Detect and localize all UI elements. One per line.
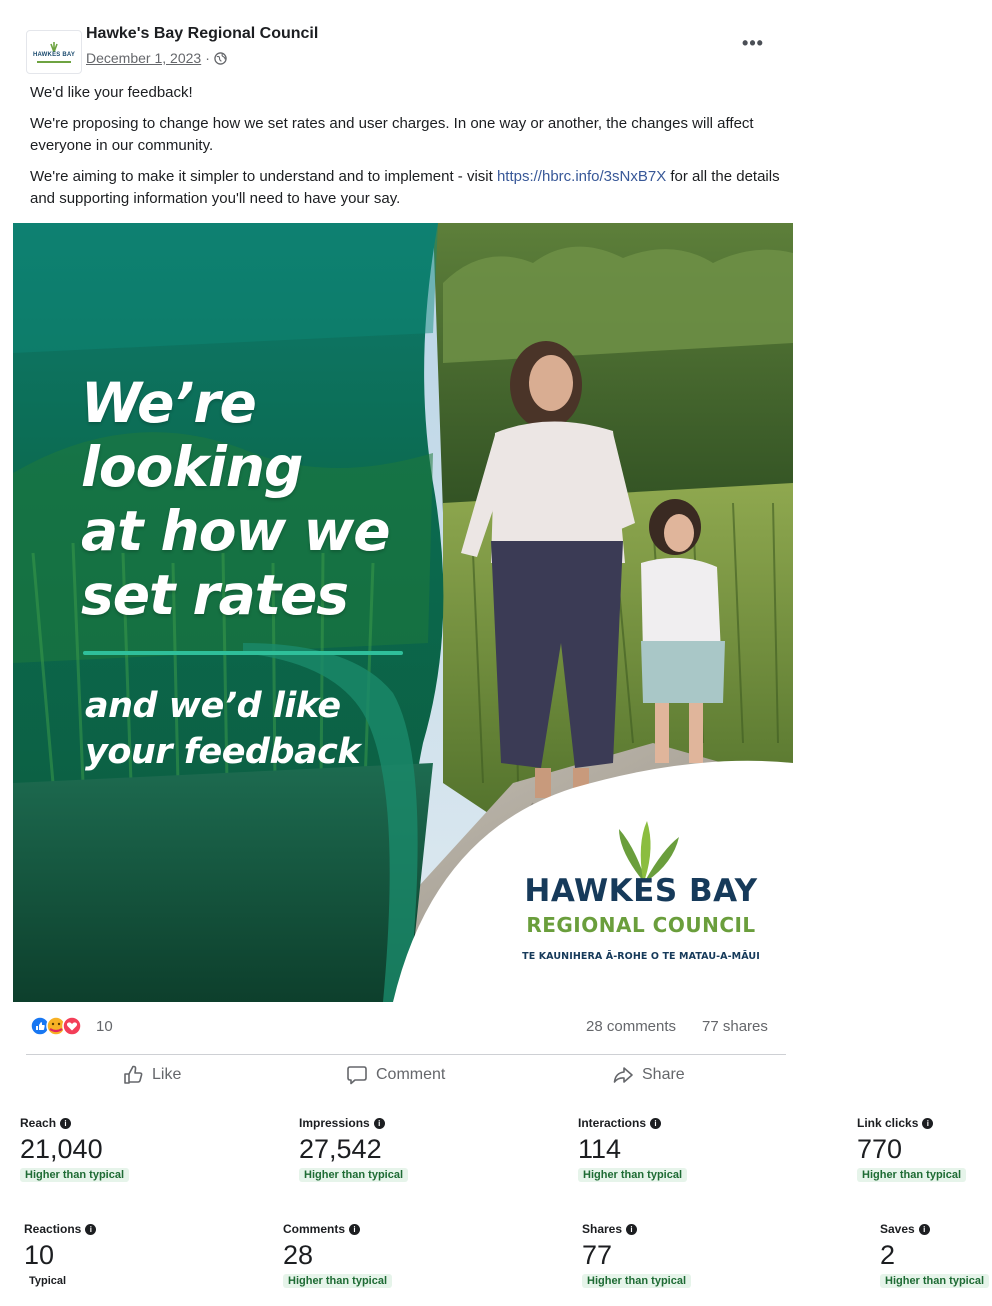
subline-line: your feedback bbox=[85, 732, 361, 772]
post-insights: Reach i 21,040 Higher than typical Impres… bbox=[0, 1100, 992, 1306]
metric-label: Reach i bbox=[20, 1116, 200, 1130]
divider bbox=[26, 1054, 786, 1055]
metric-link-clicks: Link clicks i 770 Higher than typical bbox=[857, 1116, 989, 1183]
metric-label-text: Link clicks bbox=[857, 1116, 919, 1130]
comment-label: Comment bbox=[376, 1066, 446, 1083]
metric-value: 28 bbox=[283, 1240, 314, 1270]
leaf-logo-icon bbox=[50, 41, 58, 52]
metric-label-text: Reactions bbox=[24, 1222, 82, 1236]
metric-label-text: Saves bbox=[880, 1222, 915, 1236]
headline-line: looking bbox=[81, 435, 303, 499]
metric-value: 27,542 bbox=[299, 1134, 382, 1164]
status-badge: Higher than typical bbox=[578, 1168, 688, 1182]
info-icon[interactable]: i bbox=[650, 1117, 662, 1129]
reaction-count[interactable]: 10 bbox=[96, 1018, 113, 1035]
comment-button[interactable]: Comment bbox=[346, 1062, 445, 1088]
metric-comments: Comments i 28 Higher than typical bbox=[283, 1222, 463, 1289]
headline-line: at how we bbox=[81, 499, 391, 563]
metric-saves: Saves i 2 Higher than typical bbox=[880, 1222, 990, 1289]
metric-label: Interactions i bbox=[578, 1116, 758, 1130]
share-label: Share bbox=[642, 1066, 685, 1083]
share-arrow-icon bbox=[613, 1067, 633, 1083]
metric-label-text: Comments bbox=[283, 1222, 346, 1236]
feedback-link[interactable]: https://hbrc.info/3sNxB7X bbox=[497, 168, 666, 185]
metric-interactions: Interactions i 114 Higher than typical bbox=[578, 1116, 758, 1183]
post-meta: December 1, 2023 · bbox=[86, 50, 227, 66]
status-badge: Higher than typical bbox=[880, 1274, 990, 1288]
subline-line: and we’d like bbox=[85, 686, 341, 726]
love-reaction-icon bbox=[62, 1016, 82, 1036]
post-header: HAWKES BAY Hawke's Bay Regional Council … bbox=[12, 8, 794, 78]
metric-value: 10 bbox=[24, 1240, 55, 1270]
info-icon[interactable]: i bbox=[626, 1223, 638, 1235]
info-icon[interactable]: i bbox=[373, 1117, 385, 1129]
status-badge: Higher than typical bbox=[582, 1274, 692, 1288]
status-badge: Typical bbox=[29, 1275, 67, 1287]
post-image[interactable]: We’re looking at how we set rates and we… bbox=[13, 223, 793, 1002]
post-paragraph: We'd like your feedback! bbox=[30, 84, 193, 101]
info-icon[interactable]: i bbox=[60, 1117, 72, 1129]
avatar-logo-rule bbox=[37, 60, 71, 63]
metric-label-text: Shares bbox=[582, 1222, 623, 1236]
avatar-logo-text: HAWKES BAY bbox=[32, 51, 76, 58]
metric-label-text: Impressions bbox=[299, 1116, 370, 1130]
metric-value: 77 bbox=[582, 1240, 613, 1270]
metric-value: 114 bbox=[578, 1134, 622, 1164]
like-label: Like bbox=[152, 1066, 182, 1083]
info-icon[interactable]: i bbox=[85, 1223, 97, 1235]
comments-count[interactable]: 28 comments bbox=[586, 1018, 676, 1035]
info-icon[interactable]: i bbox=[922, 1117, 934, 1129]
thumbs-up-icon bbox=[124, 1065, 143, 1084]
metric-value: 770 bbox=[857, 1134, 903, 1164]
status-badge: Higher than typical bbox=[20, 1168, 130, 1182]
page-name[interactable]: Hawke's Bay Regional Council bbox=[86, 25, 318, 43]
paragraph-text: We're aiming to make it simpler to under… bbox=[30, 168, 497, 185]
hbrc-logo: HAWKES BAY REGIONAL COUNCIL TE KAUNIHERA… bbox=[501, 823, 781, 962]
status-badge: Higher than typical bbox=[857, 1168, 967, 1182]
image-subline: and we’d like your feedback bbox=[85, 683, 361, 775]
share-button[interactable]: Share bbox=[612, 1062, 685, 1088]
metric-label: Saves i bbox=[880, 1222, 990, 1236]
metric-label-text: Interactions bbox=[578, 1116, 647, 1130]
metric-reactions: Reactions i 10 Typical bbox=[24, 1222, 204, 1289]
globe-icon bbox=[214, 51, 227, 65]
reaction-icons[interactable] bbox=[30, 1016, 90, 1036]
engagement-summary: 10 28 comments 77 shares bbox=[12, 1008, 794, 1044]
metric-label: Reactions i bbox=[24, 1222, 204, 1236]
metric-impressions: Impressions i 27,542 Higher than typical bbox=[299, 1116, 479, 1183]
metric-shares: Shares i 77 Higher than typical bbox=[582, 1222, 762, 1289]
metric-value: 2 bbox=[880, 1240, 896, 1270]
info-icon[interactable]: i bbox=[349, 1223, 361, 1235]
metric-label: Comments i bbox=[283, 1222, 463, 1236]
status-badge: Higher than typical bbox=[283, 1274, 393, 1288]
meta-separator: · bbox=[205, 50, 210, 66]
more-options-button[interactable]: ••• bbox=[738, 34, 768, 56]
post-date[interactable]: December 1, 2023 bbox=[86, 50, 201, 66]
post-body: We'd like your feedback! We're proposing… bbox=[30, 82, 790, 219]
facebook-post: HAWKES BAY Hawke's Bay Regional Council … bbox=[12, 8, 794, 1092]
post-paragraph: We're proposing to change how we set rat… bbox=[30, 115, 754, 154]
status-badge: Higher than typical bbox=[299, 1168, 409, 1182]
metric-label: Shares i bbox=[582, 1222, 762, 1236]
hbrc-logo-maori: TE KAUNIHERA Ā-ROHE O TE MATAU-A-MĀUI bbox=[522, 951, 760, 962]
page-avatar[interactable]: HAWKES BAY bbox=[26, 30, 82, 74]
hbrc-logo-subtitle: REGIONAL COUNCIL bbox=[526, 913, 756, 937]
metric-reach: Reach i 21,040 Higher than typical bbox=[20, 1116, 200, 1183]
post-paragraph: We're aiming to make it simpler to under… bbox=[30, 166, 790, 210]
post-actions: Like Comment Share bbox=[12, 1058, 794, 1092]
like-button[interactable]: Like bbox=[122, 1062, 181, 1088]
comment-bubble-icon bbox=[347, 1066, 367, 1085]
headline-line: set rates bbox=[81, 563, 349, 627]
image-headline: We’re looking at how we set rates bbox=[81, 371, 391, 627]
shares-count[interactable]: 77 shares bbox=[702, 1018, 768, 1035]
metric-label-text: Reach bbox=[20, 1116, 57, 1130]
metric-label: Link clicks i bbox=[857, 1116, 989, 1130]
info-icon[interactable]: i bbox=[918, 1223, 930, 1235]
metric-label: Impressions i bbox=[299, 1116, 479, 1130]
headline-line: We’re bbox=[81, 371, 257, 435]
hbrc-logo-name: HAWKES BAY bbox=[524, 873, 758, 909]
metric-value: 21,040 bbox=[20, 1134, 103, 1164]
